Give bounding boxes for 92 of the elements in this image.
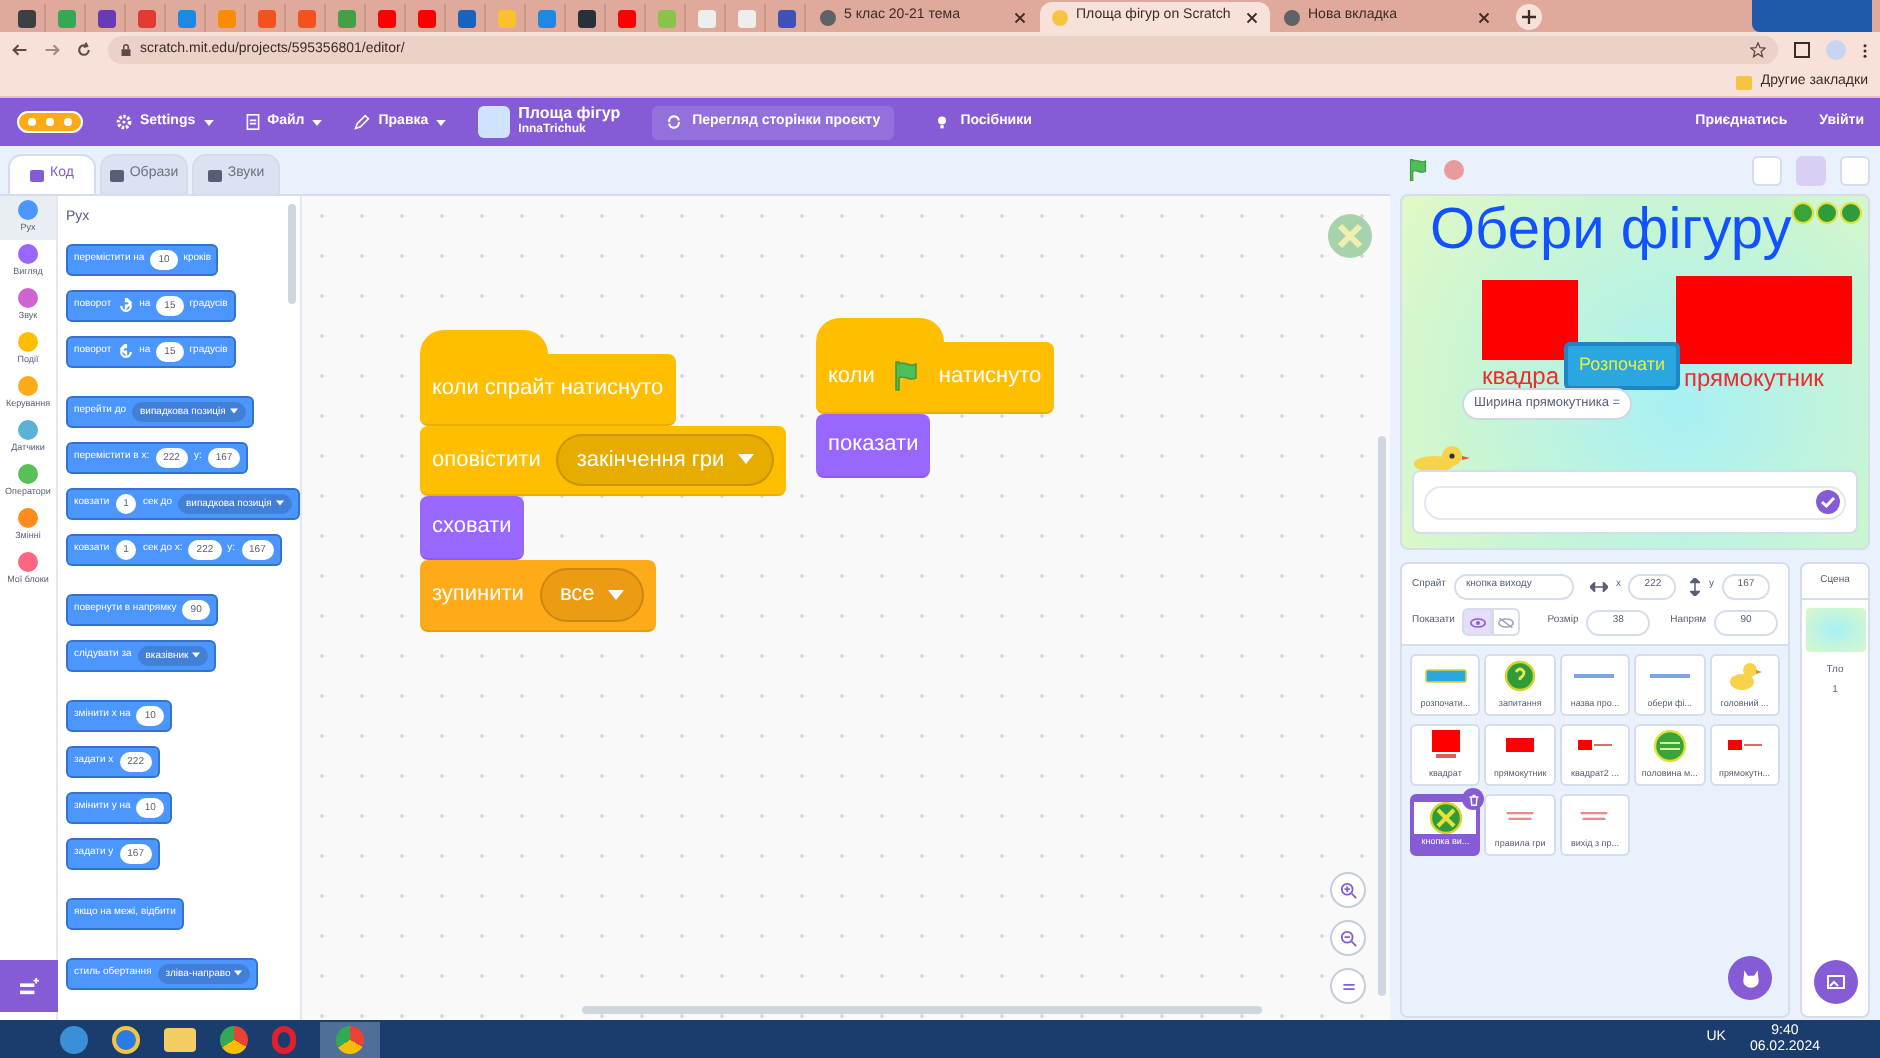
- extension-icon: [18, 977, 40, 995]
- caret-icon: [203, 119, 214, 125]
- block-text: зупинити: [432, 580, 524, 610]
- text-line-icon: [1574, 674, 1615, 678]
- text-line-icon: [1649, 674, 1690, 678]
- add-backdrop-button[interactable]: [1813, 960, 1857, 1004]
- trash-icon: [1467, 793, 1480, 805]
- settings-icon: [116, 114, 132, 130]
- block-text: натиснуто: [938, 362, 1042, 392]
- caret-icon: [229, 408, 238, 414]
- shape-label: прямокутник: [1684, 362, 1824, 396]
- stop-icon[interactable]: [1444, 160, 1464, 180]
- caret-icon: [275, 500, 284, 506]
- block-text: сховати: [432, 512, 512, 543]
- vertical-scrollbar[interactable]: [1378, 436, 1386, 996]
- tab-icon: [109, 169, 124, 181]
- caret-icon: [436, 119, 447, 125]
- image-icon: [1825, 972, 1845, 992]
- cat-icon: [1739, 967, 1761, 989]
- horizontal-arrows-icon: [1589, 581, 1608, 591]
- script-block[interactable]: сховати: [420, 496, 524, 560]
- tab-icon: [30, 169, 45, 181]
- back-icon[interactable]: [12, 42, 28, 58]
- flag-icon: [890, 360, 923, 393]
- scratch-logo-icon[interactable]: [16, 108, 84, 136]
- show-button[interactable]: [1462, 608, 1492, 636]
- project-thumbnail-icon: [478, 106, 511, 138]
- backdrop-thumbnail[interactable]: [1805, 608, 1865, 652]
- forward-icon[interactable]: [44, 42, 60, 58]
- flag-icon: [1406, 158, 1430, 182]
- hat-block-top: [816, 318, 944, 342]
- answer-field[interactable]: [1424, 485, 1846, 519]
- opera-taskbar-icon[interactable]: [272, 1025, 296, 1053]
- delete-button[interactable]: [1462, 788, 1485, 810]
- hide-button[interactable]: [1491, 608, 1520, 636]
- palette-scrollbar[interactable]: [288, 204, 296, 304]
- project-title[interactable]: Площа фігур: [518, 104, 621, 122]
- shape-label: квадра: [1482, 360, 1560, 394]
- caret-icon: [234, 970, 243, 976]
- tab-favicon-icon: [820, 9, 836, 25]
- close-icon[interactable]: [1246, 11, 1258, 23]
- caret-icon: [738, 454, 755, 465]
- check-icon[interactable]: [1816, 490, 1840, 514]
- caret-icon: [608, 589, 625, 600]
- folder-taskbar-icon[interactable]: [164, 1027, 196, 1051]
- browser-taskbar-icon[interactable]: [112, 1025, 140, 1053]
- hat-block-top: [420, 330, 548, 354]
- chrome-taskbar-icon[interactable]: [220, 1025, 248, 1053]
- close-icon[interactable]: [1478, 11, 1490, 23]
- file-icon: [245, 114, 260, 130]
- start-button[interactable]: [60, 1025, 88, 1053]
- star-icon[interactable]: [1750, 42, 1766, 58]
- close-icon[interactable]: [1014, 11, 1026, 23]
- tab-favicon-icon: [1052, 9, 1068, 25]
- zoom-in-button[interactable]: [1330, 872, 1366, 908]
- stage-title: Обери фігуру: [1430, 196, 1792, 266]
- tab-favicon-icon: [1284, 9, 1300, 25]
- tab-icon: [207, 169, 222, 181]
- plus-icon: [1522, 10, 1536, 24]
- block-text: коли спрайт натиснуто: [432, 374, 664, 404]
- more-icon[interactable]: [1862, 41, 1868, 59]
- eye-icon: [1469, 617, 1486, 627]
- refresh-icon: [666, 114, 683, 130]
- caret-icon: [312, 119, 323, 125]
- text-lines-icon: [1506, 812, 1535, 820]
- zoom-reset-button[interactable]: [1330, 968, 1366, 1004]
- caret-icon: [192, 652, 201, 658]
- folder-icon: [1736, 75, 1753, 89]
- zoom-out-button[interactable]: [1330, 920, 1366, 956]
- block-text: оповістити: [432, 445, 541, 475]
- sidebar-icon[interactable]: [1794, 42, 1810, 58]
- zoom-in-icon: [1339, 881, 1357, 899]
- equals-icon: [1341, 979, 1355, 993]
- extension-button[interactable]: [0, 960, 58, 1012]
- pencil-icon: [354, 114, 371, 130]
- lightbulb-icon: [934, 114, 951, 130]
- script-block[interactable]: показати: [816, 413, 931, 477]
- window-controls-drawing: [1752, 0, 1872, 32]
- rotate-left-icon: [117, 343, 134, 359]
- reload-icon[interactable]: [76, 42, 92, 58]
- lock-icon: [120, 44, 132, 56]
- eye-off-icon: [1497, 617, 1514, 627]
- horizontal-scrollbar[interactable]: [582, 1006, 1262, 1014]
- zoom-out-icon: [1339, 929, 1357, 947]
- block-text: коли: [828, 362, 875, 392]
- rotate-right-icon: [117, 297, 134, 313]
- block-text: показати: [828, 429, 919, 460]
- vertical-arrows-icon: [1690, 577, 1701, 595]
- chrome-taskbar-icon[interactable]: [320, 1021, 380, 1057]
- text-lines-icon: [1580, 812, 1609, 820]
- new-tab-button[interactable]: [1516, 4, 1542, 30]
- sprite-watermark-icon: [1326, 212, 1374, 260]
